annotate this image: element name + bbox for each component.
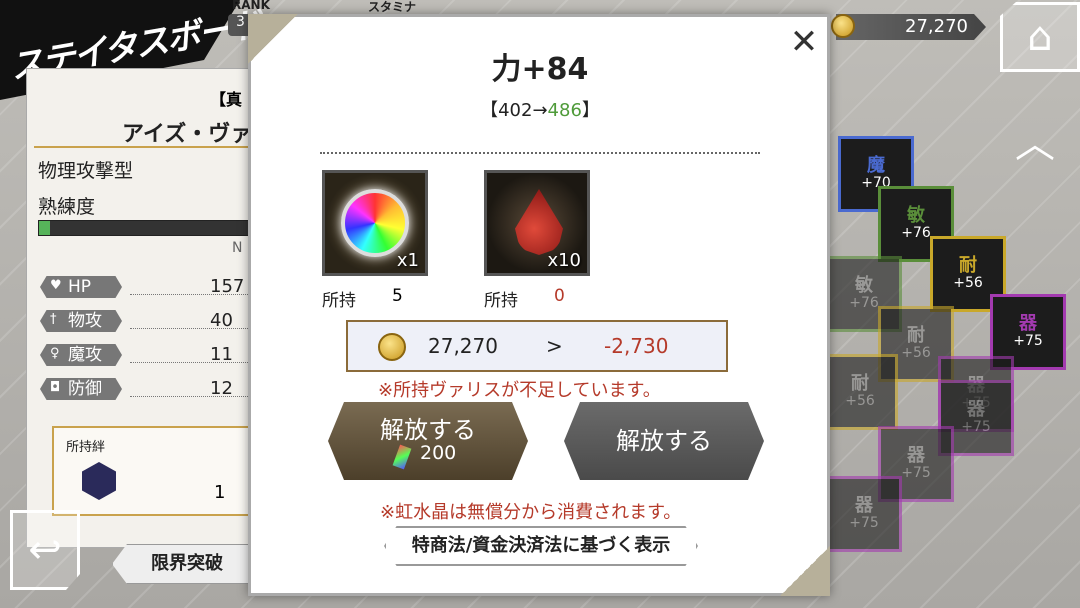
mastery-next: N xyxy=(232,240,243,256)
stat-value: 12 xyxy=(210,378,233,399)
tile-bonus: +76 xyxy=(901,225,931,242)
button-label: 解放する xyxy=(380,416,476,444)
sword-icon: † xyxy=(50,312,57,327)
status-top-fragment: 【真 xyxy=(210,90,243,109)
scroll-up-button[interactable]: ︿ xyxy=(1000,124,1070,164)
rainbow-orb-item[interactable]: x1 xyxy=(322,170,428,276)
stat-value: 11 xyxy=(210,344,233,365)
stat-label: 物攻 xyxy=(68,311,102,331)
stat-row-patk: † 物攻 40 xyxy=(40,310,270,334)
tile-bonus: +75 xyxy=(1013,333,1043,350)
stamina-label: スタミナ xyxy=(368,0,417,14)
heart-icon: ♥ xyxy=(50,278,62,293)
chevron-up-icon: ︿ xyxy=(1015,121,1055,167)
mastery-fill xyxy=(39,221,50,235)
back-button[interactable]: ↩ xyxy=(10,510,80,590)
tile-bonus: +76 xyxy=(849,295,879,312)
divider xyxy=(320,152,760,154)
corner-decoration xyxy=(780,546,830,596)
tile-kanji: 敏 xyxy=(907,205,925,227)
bonds-label: 所持絆 xyxy=(66,440,106,455)
rank-label: RANK xyxy=(232,0,270,12)
type-label: 物理攻撃型 xyxy=(38,160,134,182)
item-count: x10 xyxy=(547,250,581,271)
dialog-title: 力+84 xyxy=(491,52,589,87)
coin-icon xyxy=(831,14,855,38)
tile-bonus: +56 xyxy=(901,345,931,362)
owned-value: 0 xyxy=(554,286,565,306)
divider xyxy=(34,146,264,148)
crystal-icon xyxy=(392,444,412,470)
tile-kanji: 器 xyxy=(855,495,873,517)
tile-bonus: +75 xyxy=(961,419,991,436)
stat-value: 157 xyxy=(210,276,245,297)
valis-display: 27,270 xyxy=(836,14,986,40)
legal-notice-button[interactable]: 特商法/資金決済法に基づく表示 xyxy=(384,526,698,566)
crystal-note: ※虹水晶は無償分から消費されます。 xyxy=(380,502,682,523)
home-icon: ⌂ xyxy=(1027,14,1053,60)
blood-drop-icon xyxy=(515,189,563,255)
cost-arrow: > xyxy=(546,334,563,358)
tile-bonus: +75 xyxy=(849,515,879,532)
character-name: アイズ・ヴァ xyxy=(122,122,253,147)
mastery-bar xyxy=(38,220,258,236)
owned-label: 所持 xyxy=(484,291,518,311)
item-count: x1 xyxy=(396,250,419,271)
coin-icon xyxy=(378,333,406,361)
owned-value: 5 xyxy=(392,286,403,306)
stat-row-matk: ♀ 魔攻 11 xyxy=(40,344,270,368)
limit-break-button[interactable]: 限界突破 xyxy=(112,544,262,584)
tile-kanji: 敏 xyxy=(855,275,873,297)
stat-label: HP xyxy=(68,277,92,297)
dialog-subtitle: 【402→486】 xyxy=(480,100,600,121)
insufficient-warning: ※所持ヴァリスが不足しています。 xyxy=(378,380,661,401)
owned-label: 所持 xyxy=(322,291,356,311)
tile-kanji: 器 xyxy=(907,445,925,467)
tile-kanji: 耐 xyxy=(959,255,977,277)
shield-icon: ◘ xyxy=(50,380,61,395)
mastery-label: 熟練度 xyxy=(38,196,96,218)
wand-icon: ♀ xyxy=(50,346,60,361)
blood-drop-item[interactable]: x10 xyxy=(484,170,590,276)
back-icon: ↩ xyxy=(28,527,62,573)
rainbow-orb-icon xyxy=(341,189,409,257)
stat-label: 魔攻 xyxy=(68,345,102,365)
release-button[interactable]: 解放する xyxy=(564,402,764,480)
tile-bonus: +75 xyxy=(901,465,931,482)
stat-row-def: ◘ 防御 12 xyxy=(40,378,270,402)
cost-current: 27,270 xyxy=(428,334,498,358)
stat-row-hp: ♥ HP 157 xyxy=(40,276,270,300)
home-button[interactable]: ⌂ xyxy=(1000,2,1080,72)
tile-kanji: 器 xyxy=(967,399,985,421)
tile-bonus: +56 xyxy=(845,393,875,410)
stat-label: 防御 xyxy=(68,379,102,399)
new-value: 486 xyxy=(547,100,582,121)
close-button[interactable]: ✕ xyxy=(786,24,822,60)
cost-after: -2,730 xyxy=(604,334,669,358)
corner-decoration xyxy=(248,14,298,64)
stat-value: 40 xyxy=(210,310,233,331)
tile-bonus: +56 xyxy=(953,275,983,292)
close-icon: ✕ xyxy=(789,22,819,62)
tile-kanji: 器 xyxy=(1019,313,1037,335)
tile-kanji: 魔 xyxy=(867,155,885,177)
status-tile[interactable]: 器+75 xyxy=(826,476,902,552)
bonds-value: 1 xyxy=(214,482,226,503)
tile-kanji: 耐 xyxy=(851,373,869,395)
release-with-gems-button[interactable]: 解放する 200 xyxy=(328,402,528,480)
status-tile[interactable]: 耐 +56 xyxy=(822,354,898,430)
tile-kanji: 耐 xyxy=(907,325,925,347)
gem-cost: 200 xyxy=(420,442,457,464)
